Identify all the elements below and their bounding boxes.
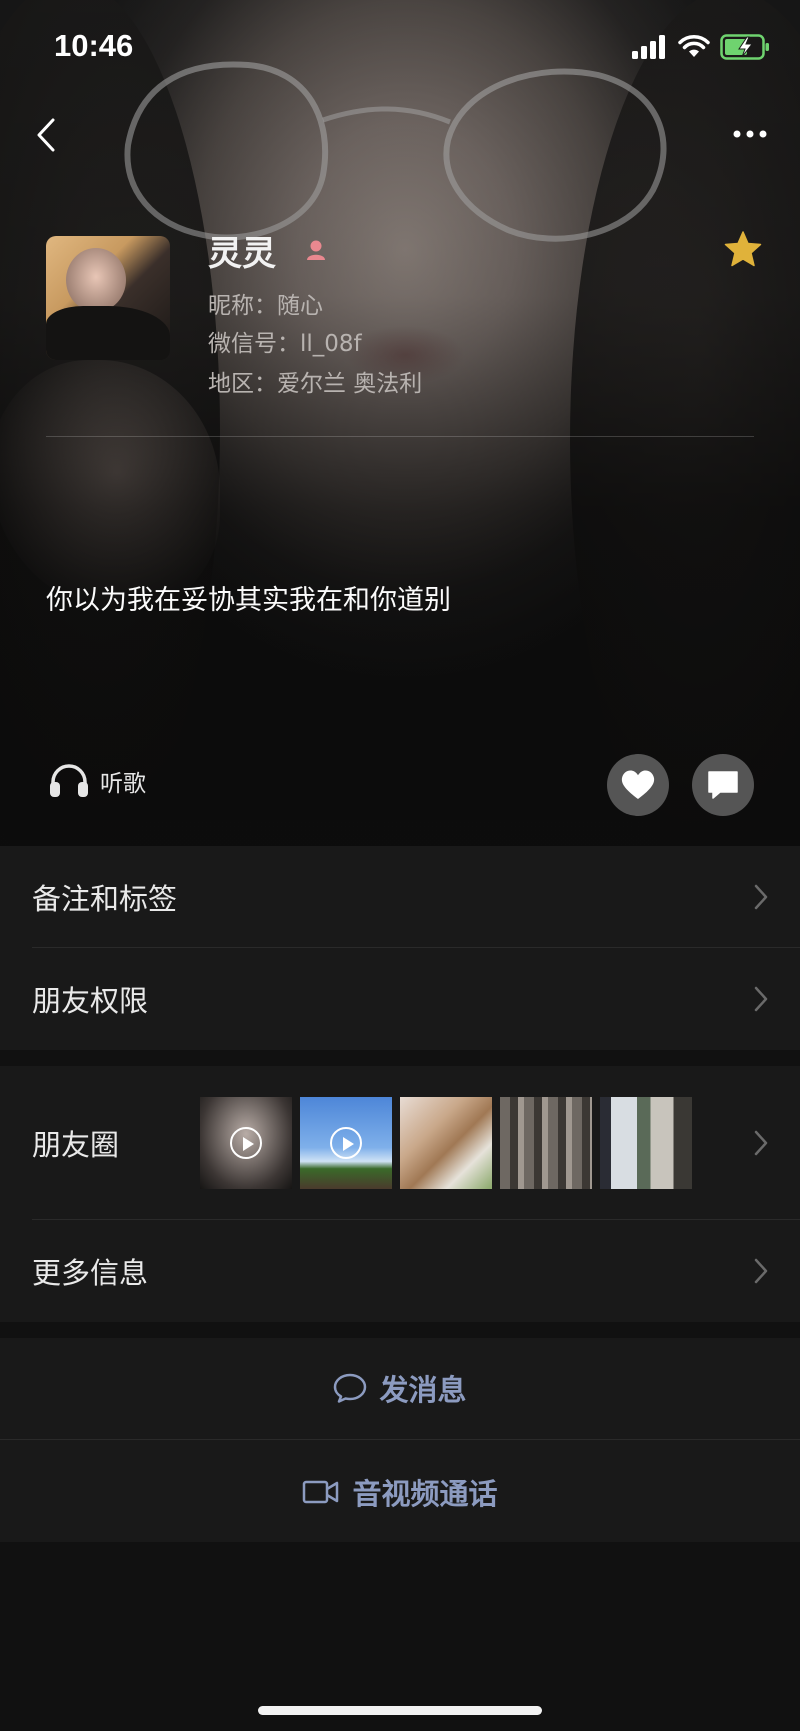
moments-label: 朋友圈 [32,1128,120,1162]
signal-icon [632,35,665,59]
moments-thumbnail[interactable] [600,1097,692,1189]
signature-text: 你以为我在妥协其实我在和你道别 [46,585,451,616]
moments-thumbnails [200,1097,692,1189]
status-bar: 10:46 [0,0,800,96]
wifi-icon [678,35,710,57]
play-icon [330,1127,362,1159]
listen-music-button[interactable]: 听歌 [48,764,146,798]
comment-button[interactable] [692,754,754,816]
moments-thumbnail[interactable] [300,1097,392,1189]
chevron-right-icon [754,1130,768,1156]
divider [0,1439,800,1440]
action-group: 发消息 音视频通话 [0,1338,800,1542]
home-indicator[interactable] [258,1706,542,1715]
moments-thumbnail[interactable] [200,1097,292,1189]
avatar[interactable] [46,236,170,360]
like-button[interactable] [607,754,669,816]
divider [46,436,754,437]
chevron-right-icon [754,986,768,1012]
friend-permissions-label: 朋友权限 [32,984,149,1018]
remarks-tags-row[interactable]: 备注和标签 [0,846,800,948]
moments-thumbnail[interactable] [400,1097,492,1189]
star-icon[interactable] [724,230,762,268]
back-icon [37,118,55,152]
settings-group: 备注和标签 朋友权限 [0,846,800,1050]
profile-hero [0,0,800,846]
more-info-label: 更多信息 [32,1256,149,1290]
heart-icon [621,770,655,799]
moments-thumbnail[interactable] [500,1097,592,1189]
info-group: 朋友圈 更多信息 [0,1066,800,1322]
back-button[interactable] [26,112,66,158]
more-info-row[interactable]: 更多信息 [0,1220,800,1322]
friend-permissions-row[interactable]: 朋友权限 [0,948,800,1050]
profile-name: 灵灵 [208,234,276,274]
comment-icon [708,771,738,799]
video-call-button[interactable]: 音视频通话 [0,1442,800,1542]
more-button[interactable] [728,116,772,152]
send-message-label: 发消息 [379,1373,467,1407]
video-camera-icon [303,1480,339,1504]
female-icon [307,240,325,260]
chat-bubble-icon [334,1373,367,1403]
status-time: 10:46 [54,28,134,63]
chevron-right-icon [754,1258,768,1284]
video-call-label: 音视频通话 [352,1477,498,1511]
region: 地区：爱尔兰 奥法利 [208,371,423,397]
listen-label: 听歌 [100,771,146,797]
headphones-icon [50,764,88,797]
moments-row[interactable]: 朋友圈 [0,1066,800,1220]
battery-icon [720,34,769,60]
chevron-right-icon [754,884,768,910]
send-message-button[interactable]: 发消息 [0,1338,800,1438]
nickname: 昵称：随心 [208,293,323,319]
play-icon [230,1127,262,1159]
more-icon [733,130,767,138]
wechat-id: 微信号：ll_08f [208,331,362,357]
remarks-tags-label: 备注和标签 [32,882,178,916]
